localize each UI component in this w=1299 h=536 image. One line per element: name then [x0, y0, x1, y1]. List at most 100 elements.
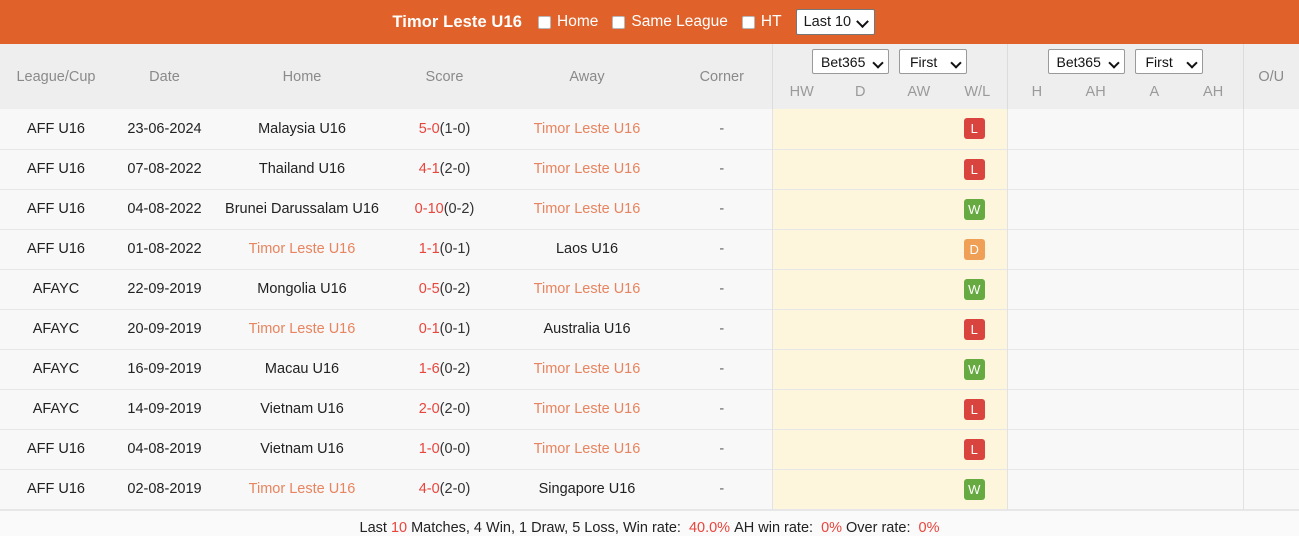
cell-ou [1242, 149, 1299, 189]
result-badge-w: W [963, 198, 985, 220]
ht-checkbox[interactable] [741, 15, 755, 29]
footer-wins: 4 Win, [473, 520, 516, 536]
cell-wl: L [946, 318, 1003, 340]
cell-away-team[interactable]: Australia U16 [502, 309, 672, 349]
cell-home-team[interactable]: Timor Leste U16 [217, 229, 387, 269]
table-row[interactable]: AFF U16 04-08-2019 Vietnam U16 1-0(0-0) Timo… [0, 429, 1299, 469]
subheader-a: A [1149, 84, 1160, 100]
cell-home-team[interactable]: Timor Leste U16 [217, 469, 387, 509]
footer-match-count: 10 [390, 520, 408, 536]
cell-corner: - [719, 361, 725, 377]
home-team-name[interactable]: Vietnam U16 [260, 401, 344, 417]
bookmaker-2-select[interactable]: Bet365 [1047, 49, 1125, 74]
cell-away-team[interactable]: Timor Leste U16 [502, 189, 672, 229]
cell-away-team[interactable]: Timor Leste U16 [502, 349, 672, 389]
away-team-name[interactable]: Timor Leste U16 [534, 201, 641, 217]
cell-date: 23-06-2024 [127, 120, 202, 137]
match-range-select[interactable]: Last 10 [795, 9, 875, 35]
cell-score: 1-1(0-1) [387, 229, 502, 269]
col-header-ou: O/U [1242, 44, 1299, 109]
away-team-name[interactable]: Laos U16 [556, 241, 618, 257]
cell-away-team[interactable]: Timor Leste U16 [502, 109, 672, 149]
cell-away-team[interactable]: Singapore U16 [502, 469, 672, 509]
same-league-checkbox[interactable] [612, 15, 626, 29]
cell-home-team[interactable]: Brunei Darussalam U16 [217, 189, 387, 229]
phase-2-select[interactable]: First [1134, 49, 1203, 74]
cell-away-team[interactable]: Timor Leste U16 [502, 429, 672, 469]
table-row[interactable]: AFF U16 01-08-2022 Timor Leste U16 1-1(0-1)… [0, 229, 1299, 269]
cell-score: 0-5(0-2) [387, 269, 502, 309]
range-select-wrapper[interactable]: Last 10 [795, 9, 875, 35]
cell-home-team[interactable]: Malaysia U16 [217, 109, 387, 149]
home-team-name[interactable]: Timor Leste U16 [249, 481, 356, 497]
away-team-name[interactable]: Australia U16 [543, 321, 630, 337]
score-fulltime: 1-0 [418, 441, 440, 457]
home-team-name[interactable]: Vietnam U16 [260, 441, 344, 457]
table-row[interactable]: AFF U16 04-08-2022 Brunei Darussalam U16 0-… [0, 189, 1299, 229]
filter-ht[interactable]: HT [741, 13, 782, 31]
subheader-hw: HW [789, 84, 814, 100]
home-team-name[interactable]: Brunei Darussalam U16 [225, 201, 379, 217]
result-badge-w: W [963, 278, 985, 300]
away-team-name[interactable]: Timor Leste U16 [534, 361, 641, 377]
table-row[interactable]: AFAYC 20-09-2019 Timor Leste U16 0-1(0-1) Au… [0, 309, 1299, 349]
footer-over-rate-label: Over rate: [846, 520, 911, 536]
table-row[interactable]: AFAYC 16-09-2019 Macau U16 1-6(0-2) Timor Le… [0, 349, 1299, 389]
cell-league: AFF U16 [26, 161, 85, 177]
home-checkbox[interactable] [538, 15, 551, 29]
table-row[interactable]: AFAYC 14-09-2019 Vietnam U16 2-0(2-0) Timor … [0, 389, 1299, 429]
home-team-name[interactable]: Timor Leste U16 [249, 241, 356, 257]
cell-league: AFF U16 [26, 481, 85, 497]
table-row[interactable]: AFF U16 07-08-2022 Thailand U16 4-1(2-0) Tim… [0, 149, 1299, 189]
table-row[interactable]: AFF U16 23-06-2024 Malaysia U16 5-0(1-0) Tim… [0, 109, 1299, 149]
cell-date: 16-09-2019 [127, 361, 202, 377]
cell-home-team[interactable]: Timor Leste U16 [217, 309, 387, 349]
away-team-name[interactable]: Timor Leste U16 [534, 401, 641, 417]
cell-league: AFAYC [32, 401, 80, 417]
phase-1-wrapper[interactable]: First [899, 49, 967, 74]
bookmaker-1-select[interactable]: Bet365 [812, 49, 889, 74]
cell-home-team[interactable]: Thailand U16 [217, 149, 387, 189]
cell-away-team[interactable]: Timor Leste U16 [502, 149, 672, 189]
away-team-name[interactable]: Singapore U16 [539, 481, 636, 497]
score-halftime: (1-0) [439, 120, 471, 137]
home-team-name[interactable]: Thailand U16 [259, 161, 345, 177]
cell-away-team[interactable]: Timor Leste U16 [502, 389, 672, 429]
cell-ou [1242, 309, 1299, 349]
score-fulltime: 5-0 [418, 120, 440, 137]
same-league-checkbox-label: Same League [631, 13, 728, 30]
filter-home[interactable]: Home [538, 13, 598, 31]
cell-odds-group-2 [1006, 349, 1243, 389]
away-team-name[interactable]: Timor Leste U16 [534, 281, 641, 297]
home-team-name[interactable]: Mongolia U16 [257, 281, 346, 297]
cell-score: 5-0(1-0) [387, 109, 502, 149]
cell-corner: - [719, 241, 725, 257]
score-halftime: (0-2) [439, 281, 471, 297]
cell-corner: - [719, 281, 725, 297]
table-row[interactable]: AFF U16 02-08-2019 Timor Leste U16 4-0(2-0)… [0, 469, 1299, 509]
cell-home-team[interactable]: Vietnam U16 [217, 389, 387, 429]
phase-2-wrapper[interactable]: First [1134, 49, 1203, 74]
bookmaker-2-wrapper[interactable]: Bet365 [1047, 49, 1125, 74]
home-team-name[interactable]: Macau U16 [265, 361, 339, 377]
away-team-name[interactable]: Timor Leste U16 [534, 161, 641, 177]
filter-same-league[interactable]: Same League [612, 13, 728, 31]
cell-home-team[interactable]: Macau U16 [217, 349, 387, 389]
table-row[interactable]: AFAYC 22-09-2019 Mongolia U16 0-5(0-2) Timor… [0, 269, 1299, 309]
home-team-name[interactable]: Timor Leste U16 [249, 321, 356, 337]
away-team-name[interactable]: Timor Leste U16 [534, 121, 641, 137]
cell-home-team[interactable]: Vietnam U16 [217, 429, 387, 469]
subheader-ah-2: AH [1203, 84, 1224, 100]
footer-win-rate-label: Win rate: [622, 520, 681, 536]
cell-away-team[interactable]: Laos U16 [502, 229, 672, 269]
cell-away-team[interactable]: Timor Leste U16 [502, 269, 672, 309]
cell-home-team[interactable]: Mongolia U16 [217, 269, 387, 309]
subheader-aw: AW [907, 84, 931, 100]
phase-1-select[interactable]: First [899, 49, 967, 74]
cell-date: 07-08-2022 [127, 161, 202, 177]
bookmaker-1-wrapper[interactable]: Bet365 [812, 49, 889, 74]
away-team-name[interactable]: Timor Leste U16 [534, 441, 641, 457]
home-team-name[interactable]: Malaysia U16 [258, 121, 346, 137]
col-header-home: Home [217, 44, 387, 109]
cell-wl: W [946, 278, 1003, 300]
